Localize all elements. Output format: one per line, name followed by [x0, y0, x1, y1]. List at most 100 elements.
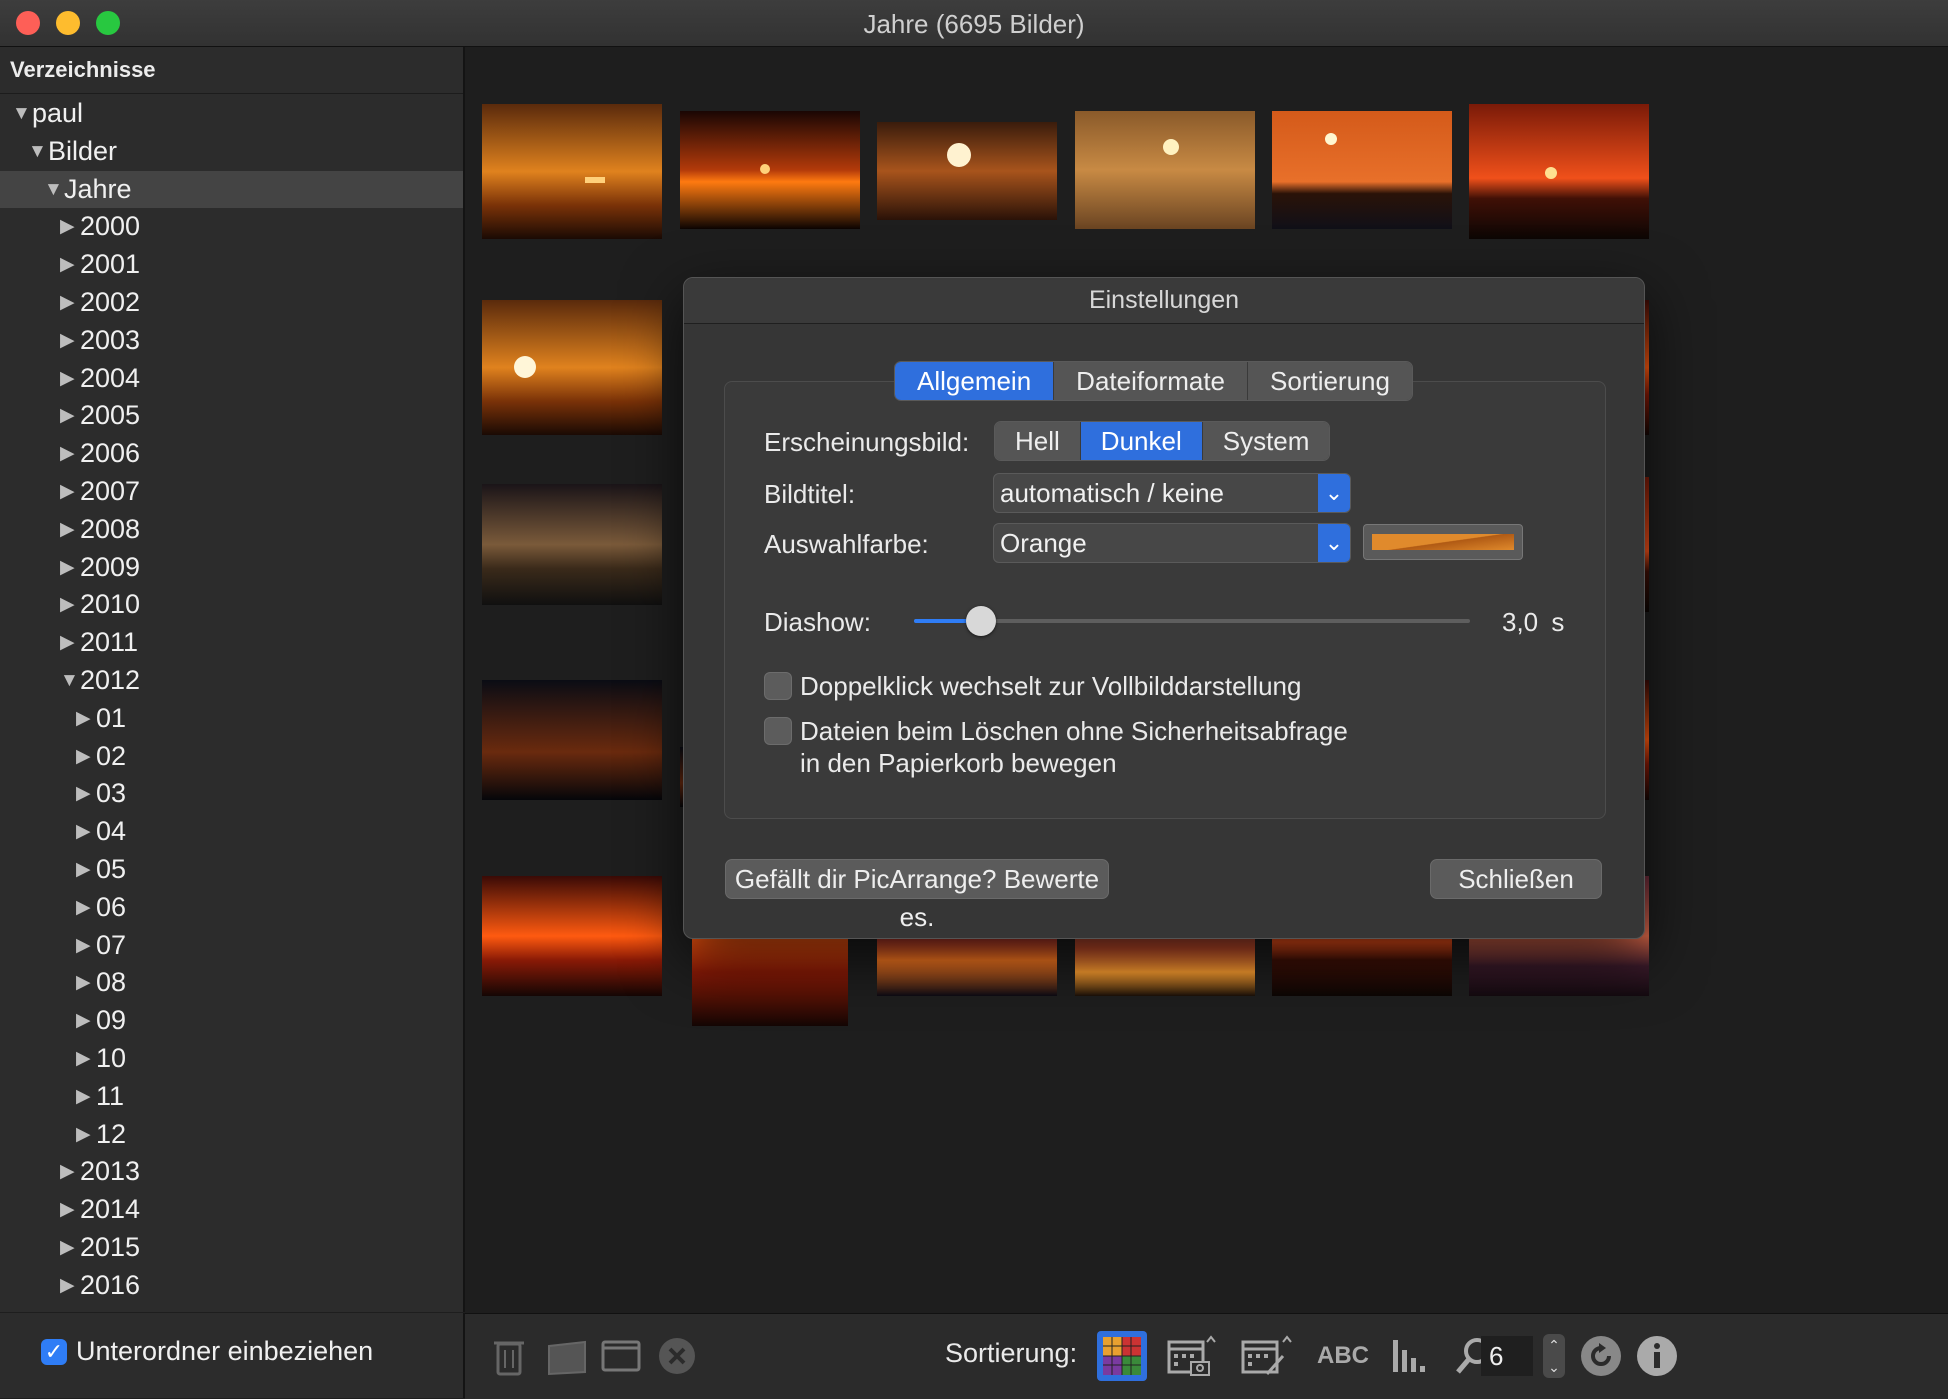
disclosure-closed-icon[interactable]: ▶ — [76, 964, 96, 1002]
photo-thumbnail[interactable] — [482, 484, 662, 605]
fullscreen-doubleclick-checkbox[interactable] — [764, 672, 792, 700]
disclosure-closed-icon[interactable]: ▶ — [76, 927, 96, 965]
photo-thumbnail[interactable] — [1075, 111, 1255, 229]
appearance-light-option[interactable]: Hell — [995, 422, 1081, 460]
disclosure-closed-icon[interactable]: ▶ — [60, 586, 80, 624]
photo-thumbnail[interactable] — [482, 876, 662, 996]
disclosure-open-icon[interactable]: ▼ — [28, 133, 48, 171]
trash-icon[interactable] — [487, 1334, 531, 1378]
disclosure-open-icon[interactable]: ▼ — [12, 95, 32, 133]
slideshow-slider-knob[interactable] — [965, 606, 996, 636]
tree-item-2006[interactable]: ▶ 2006 — [0, 435, 463, 473]
slideshow-slider-track[interactable] — [914, 619, 1470, 623]
image-title-popup[interactable]: automatisch / keine ⌄ — [993, 473, 1351, 513]
disclosure-closed-icon[interactable]: ▶ — [60, 549, 80, 587]
bar-chart-icon[interactable] — [1389, 1334, 1433, 1378]
disclosure-closed-icon[interactable]: ▶ — [60, 435, 80, 473]
tree-item-2011[interactable]: ▶ 2011 — [0, 624, 463, 662]
disclosure-closed-icon[interactable]: ▶ — [76, 1078, 96, 1116]
tree-item-2016[interactable]: ▶ 2016 — [0, 1267, 463, 1305]
columns-stepper[interactable]: ⌃ ⌄ — [1543, 1334, 1565, 1378]
delete-without-confirm-checkbox[interactable] — [764, 717, 792, 745]
disclosure-closed-icon[interactable]: ▶ — [76, 738, 96, 776]
disclosure-closed-icon[interactable]: ▶ — [60, 360, 80, 398]
disclosure-closed-icon[interactable]: ▶ — [60, 511, 80, 549]
disclosure-open-icon[interactable]: ▼ — [44, 171, 64, 209]
tab-dateiformate[interactable]: Dateiformate — [1054, 362, 1249, 400]
tree-item-paul[interactable]: ▼paul — [0, 95, 463, 133]
disclosure-closed-icon[interactable]: ▶ — [60, 1267, 80, 1305]
calendar-edit-icon[interactable] — [1239, 1334, 1295, 1378]
rate-app-button[interactable]: Gefällt dir PicArrange? Bewerte es. — [725, 859, 1109, 932]
tree-item-12[interactable]: ▶ 12 — [0, 1116, 463, 1154]
photo-thumbnail[interactable] — [1469, 104, 1649, 239]
refresh-icon[interactable] — [1579, 1334, 1623, 1378]
columns-field[interactable]: 6 — [1481, 1336, 1533, 1376]
photo-thumbnail[interactable] — [877, 122, 1057, 220]
photo-thumbnail[interactable] — [482, 680, 662, 800]
tree-item-2005[interactable]: ▶ 2005 — [0, 397, 463, 435]
info-icon[interactable] — [1635, 1334, 1679, 1378]
appearance-dark-option[interactable]: Dunkel — [1080, 422, 1203, 460]
disclosure-closed-icon[interactable]: ▶ — [60, 624, 80, 662]
tree-item-Jahre[interactable]: ▼Jahre — [0, 170, 463, 209]
disclosure-closed-icon[interactable]: ▶ — [76, 813, 96, 851]
disclosure-closed-icon[interactable]: ▶ — [60, 284, 80, 322]
tree-item-2004[interactable]: ▶ 2004 — [0, 360, 463, 398]
disclosure-closed-icon[interactable]: ▶ — [76, 1116, 96, 1154]
tree-item-03[interactable]: ▶ 03 — [0, 775, 463, 813]
disclosure-closed-icon[interactable]: ▶ — [60, 1229, 80, 1267]
close-dialog-button[interactable]: Schließen — [1430, 859, 1602, 899]
tab-sortierung[interactable]: Sortierung — [1248, 362, 1412, 400]
disclosure-closed-icon[interactable]: ▶ — [76, 851, 96, 889]
disclosure-closed-icon[interactable]: ▶ — [60, 1153, 80, 1191]
tree-item-2010[interactable]: ▶ 2010 — [0, 586, 463, 624]
tree-item-2007[interactable]: ▶ 2007 — [0, 473, 463, 511]
tab-allgemein[interactable]: Allgemein — [895, 362, 1055, 400]
window-icon[interactable] — [599, 1334, 643, 1378]
folder-icon[interactable] — [545, 1334, 589, 1378]
tree-item-04[interactable]: ▶ 04 — [0, 813, 463, 851]
disclosure-closed-icon[interactable]: ▶ — [60, 397, 80, 435]
tree-item-2013[interactable]: ▶ 2013 — [0, 1153, 463, 1191]
disclosure-closed-icon[interactable]: ▶ — [60, 473, 80, 511]
tree-item-2015[interactable]: ▶ 2015 — [0, 1229, 463, 1267]
photo-thumbnail[interactable] — [482, 300, 662, 435]
disclosure-open-icon[interactable]: ▼ — [60, 662, 80, 700]
tree-item-09[interactable]: ▶ 09 — [0, 1002, 463, 1040]
tree-item-08[interactable]: ▶ 08 — [0, 964, 463, 1002]
tree-item-2012[interactable]: ▼2012 — [0, 662, 463, 700]
tree-item-07[interactable]: ▶ 07 — [0, 927, 463, 965]
disclosure-closed-icon[interactable]: ▶ — [76, 889, 96, 927]
photo-thumbnail[interactable] — [482, 104, 662, 239]
tree-item-11[interactable]: ▶ 11 — [0, 1078, 463, 1116]
selection-color-popup[interactable]: Orange ⌄ — [993, 523, 1351, 563]
disclosure-closed-icon[interactable]: ▶ — [60, 246, 80, 284]
disclosure-closed-icon[interactable]: ▶ — [60, 322, 80, 360]
tree-item-02[interactable]: ▶ 02 — [0, 738, 463, 776]
tree-item-2000[interactable]: ▶ 2000 — [0, 208, 463, 246]
color-grid-icon[interactable] — [1097, 1331, 1147, 1381]
tree-item-2002[interactable]: ▶ 2002 — [0, 284, 463, 322]
tree-item-01[interactable]: ▶ 01 — [0, 700, 463, 738]
selection-color-swatch[interactable] — [1363, 524, 1523, 560]
tree-item-05[interactable]: ▶ 05 — [0, 851, 463, 889]
tree-item-2001[interactable]: ▶ 2001 — [0, 246, 463, 284]
tree-item-2009[interactable]: ▶ 2009 — [0, 549, 463, 587]
close-circle-icon[interactable] — [655, 1334, 699, 1378]
tree-item-2003[interactable]: ▶ 2003 — [0, 322, 463, 360]
disclosure-closed-icon[interactable]: ▶ — [76, 775, 96, 813]
disclosure-closed-icon[interactable]: ▶ — [76, 1040, 96, 1078]
disclosure-closed-icon[interactable]: ▶ — [76, 1002, 96, 1040]
disclosure-closed-icon[interactable]: ▶ — [60, 208, 80, 246]
calendar-camera-icon[interactable] — [1165, 1334, 1221, 1378]
disclosure-closed-icon[interactable]: ▶ — [60, 1191, 80, 1229]
disclosure-closed-icon[interactable]: ▶ — [76, 700, 96, 738]
include-subfolders-checkbox[interactable]: ✓ — [41, 1339, 67, 1365]
tree-item-2014[interactable]: ▶ 2014 — [0, 1191, 463, 1229]
photo-thumbnail[interactable] — [680, 111, 860, 229]
tree-item-06[interactable]: ▶ 06 — [0, 889, 463, 927]
tree-item-Bilder[interactable]: ▼Bilder — [0, 133, 463, 171]
tree-item-10[interactable]: ▶ 10 — [0, 1040, 463, 1078]
abc-icon[interactable]: ABC — [1313, 1334, 1373, 1378]
